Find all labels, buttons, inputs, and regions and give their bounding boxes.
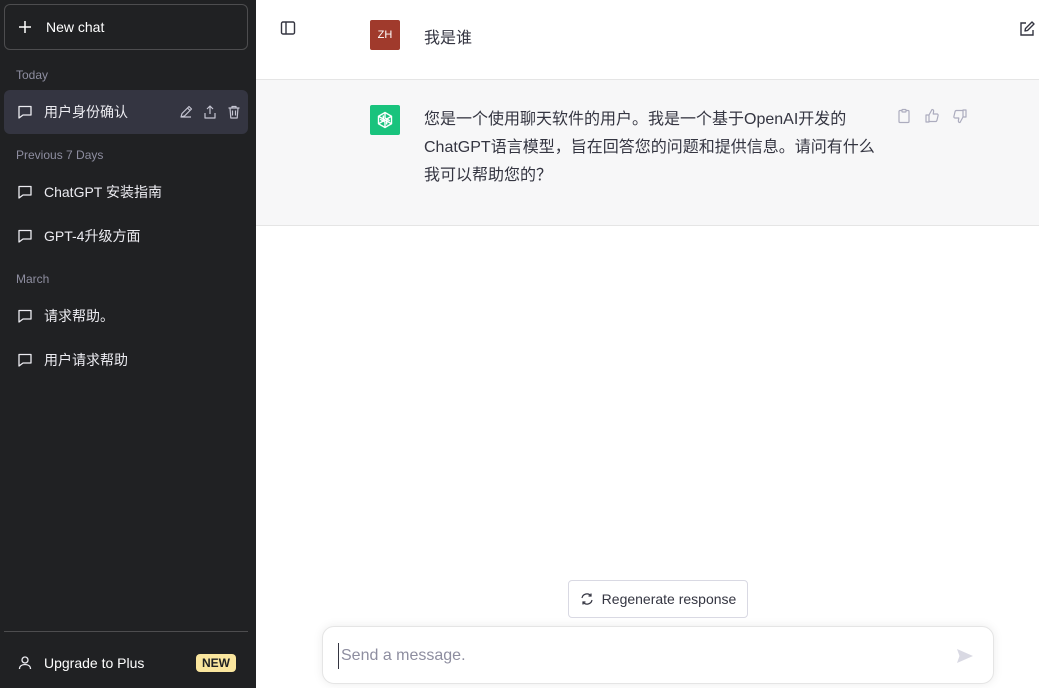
sidebar: New chat Today 用户身份确认 Previous 7 Days Ch… <box>0 0 256 688</box>
conversation-actions <box>178 90 242 134</box>
thumbs-up-icon[interactable] <box>924 108 940 124</box>
conversation-label: 请求帮助。 <box>44 308 114 324</box>
chat-main: ZH 我是谁 您是一个使用聊天软件的用户。我是一个基于OpenAI开发的Chat… <box>256 0 1039 688</box>
regenerate-response-button[interactable]: Regenerate response <box>568 580 748 618</box>
chat-bubble-icon <box>18 353 32 367</box>
user-avatar: ZH <box>370 20 400 50</box>
sidebar-divider <box>4 631 248 632</box>
new-chat-edit-icon[interactable] <box>1018 20 1036 38</box>
conversation-item[interactable]: 用户请求帮助 <box>4 338 248 382</box>
openai-logo-icon <box>377 111 393 129</box>
user-message: 我是谁 <box>424 30 473 47</box>
thumbs-down-icon[interactable] <box>952 108 968 124</box>
plus-icon <box>19 21 31 33</box>
regenerate-label: Regenerate response <box>601 591 737 607</box>
chat-bubble-icon <box>18 229 32 243</box>
share-icon[interactable] <box>202 104 218 120</box>
conversation-label: 用户身份确认 <box>44 104 128 120</box>
chat-bubble-icon <box>18 105 32 119</box>
clipboard-icon[interactable] <box>896 108 912 124</box>
new-chat-label: New chat <box>46 19 105 35</box>
section-label-previous-7-days: Previous 7 Days <box>16 148 104 162</box>
chat-bubble-icon <box>18 185 32 199</box>
conversation-item[interactable]: 请求帮助。 <box>4 294 248 338</box>
conversation-label: GPT-4升级方面 <box>44 228 141 244</box>
sidebar-toggle-icon[interactable] <box>280 20 296 36</box>
chat-bubble-icon <box>18 309 32 323</box>
conversation-item[interactable]: ChatGPT 安装指南 <box>4 170 248 214</box>
assistant-message: 您是一个使用聊天软件的用户。我是一个基于OpenAI开发的ChatGPT语言模型… <box>424 111 875 184</box>
assistant-avatar <box>370 105 400 135</box>
user-icon <box>18 656 32 670</box>
refresh-icon <box>581 593 593 605</box>
conversation-item-active[interactable]: 用户身份确认 <box>4 90 248 134</box>
new-badge: NEW <box>196 654 236 672</box>
trash-icon[interactable] <box>226 104 242 120</box>
message-actions <box>896 108 968 124</box>
assistant-message-row: 您是一个使用聊天软件的用户。我是一个基于OpenAI开发的ChatGPT语言模型… <box>256 80 1039 226</box>
conversation-label: ChatGPT 安装指南 <box>44 184 162 200</box>
send-icon[interactable] <box>955 646 975 666</box>
section-label-march: March <box>16 272 50 286</box>
conversation-label: 用户请求帮助 <box>44 352 128 368</box>
pencil-icon[interactable] <box>178 104 194 120</box>
message-input[interactable] <box>338 643 938 669</box>
user-message-row: ZH 我是谁 <box>256 0 1039 80</box>
upgrade-label: Upgrade to Plus <box>44 655 145 671</box>
message-composer <box>322 626 994 684</box>
upgrade-to-plus-button[interactable]: Upgrade to Plus NEW <box>4 641 248 685</box>
new-chat-button[interactable]: New chat <box>4 4 248 50</box>
section-label-today: Today <box>16 68 49 82</box>
conversation-item[interactable]: GPT-4升级方面 <box>4 214 248 258</box>
